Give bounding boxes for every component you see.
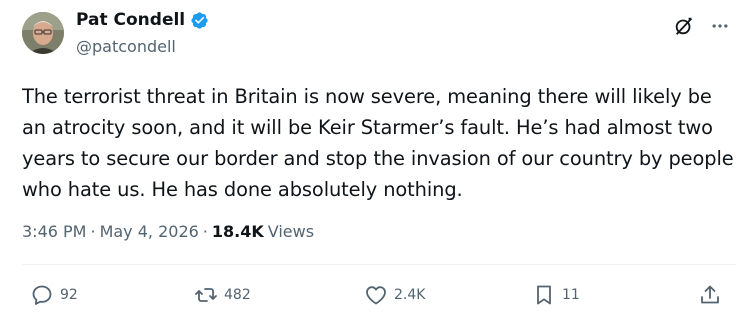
meta-separator: · xyxy=(202,222,208,241)
bookmark-icon xyxy=(537,285,551,305)
tweet-text: The terrorist threat in Britain is now s… xyxy=(22,85,734,201)
meta-separator: · xyxy=(90,222,96,241)
like-icon xyxy=(366,286,386,305)
more-icon[interactable] xyxy=(708,14,732,38)
verified-badge-icon xyxy=(190,11,209,30)
views-label: Views xyxy=(267,222,315,241)
share-button[interactable] xyxy=(698,283,722,307)
reply-icon xyxy=(32,285,52,305)
repost-icon xyxy=(195,288,217,302)
reply-count: 92 xyxy=(60,287,78,303)
share-icon xyxy=(701,285,719,304)
tweet-time[interactable]: 3:46 PM xyxy=(22,222,86,241)
tweet-date[interactable]: May 4, 2026 xyxy=(100,222,199,241)
top-actions xyxy=(672,14,732,38)
bookmark-count: 11 xyxy=(562,287,580,303)
bookmark-button[interactable]: 11 xyxy=(532,283,580,307)
author-handle[interactable]: @patcondell xyxy=(76,37,176,56)
action-bar: 92 482 2.4K 11 xyxy=(22,283,736,311)
reply-button[interactable]: 92 xyxy=(30,283,78,307)
avatar[interactable] xyxy=(22,12,64,54)
tweet-meta: 3:46 PM · May 4, 2026 · 18.4K Views xyxy=(22,222,314,241)
like-button[interactable]: 2.4K xyxy=(364,283,425,307)
avatar-photo xyxy=(22,12,64,54)
repost-button[interactable]: 482 xyxy=(194,283,251,307)
author-name-row: Pat Condell xyxy=(76,10,209,30)
divider xyxy=(22,264,736,265)
views-count: 18.4K xyxy=(211,222,264,241)
grok-icon[interactable] xyxy=(672,14,696,38)
like-count: 2.4K xyxy=(394,287,426,303)
repost-count: 482 xyxy=(224,287,251,303)
author-display-name[interactable]: Pat Condell xyxy=(76,10,185,30)
